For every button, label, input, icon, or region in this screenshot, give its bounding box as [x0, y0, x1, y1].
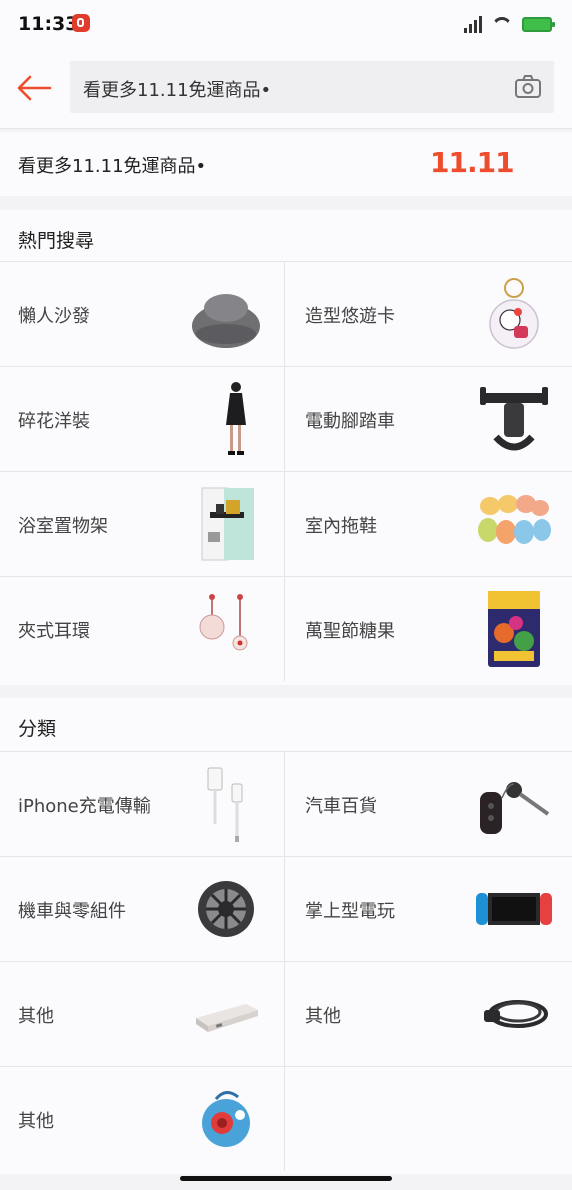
- battery-icon: [522, 16, 555, 32]
- section-title: 分類: [18, 718, 57, 740]
- item-label: 室內拖鞋: [305, 516, 377, 537]
- item-label: 其他: [18, 1006, 54, 1027]
- hot-search-item[interactable]: 懶人沙發: [0, 261, 284, 366]
- item-label: 掌上型電玩: [305, 901, 395, 922]
- slippers-icon: [478, 495, 551, 544]
- character-card-keychain-icon: [489, 278, 539, 349]
- hot-search-item[interactable]: 萬聖節糖果: [285, 576, 572, 681]
- search-input[interactable]: 看更多11.11免運商品•: [70, 61, 554, 113]
- status-bar: 11:33: [0, 0, 572, 50]
- section-title: 熱門搜尋: [18, 230, 95, 252]
- item-label: 機車與零組件: [18, 901, 126, 922]
- item-label: 其他: [18, 1111, 54, 1132]
- signal-icon: [464, 15, 482, 33]
- hot-search-item[interactable]: 浴室置物架: [0, 471, 284, 576]
- hot-search-item[interactable]: 室內拖鞋: [285, 471, 572, 576]
- candy-pack-icon: [488, 591, 540, 667]
- search-query: 看更多11.11免運商品•: [83, 80, 272, 101]
- category-item[interactable]: iPhone充電傳輸: [0, 751, 284, 856]
- bike-phone-holder-icon: [480, 387, 548, 451]
- item-label: iPhone充電傳輸: [18, 796, 151, 817]
- back-arrow-icon[interactable]: [14, 68, 54, 108]
- category-section: 分類 iPhone充電傳輸 汽車百貨 機車與零組件 掌上型電玩 其他 其他 其他: [0, 698, 572, 1174]
- dress-icon: [226, 382, 246, 455]
- promo-banner[interactable]: 看更多11.11免運商品• 11.11: [0, 132, 572, 196]
- hot-search-grid: 懶人沙發 造型悠遊卡 碎花洋裝 電動腳踏車 浴室置物架 室內拖鞋 夾式耳環 萬聖…: [0, 261, 572, 681]
- toy-figure-icon: [202, 1091, 250, 1147]
- home-indicator[interactable]: [180, 1176, 392, 1181]
- car-key-icon: [480, 782, 550, 834]
- category-grid: iPhone充電傳輸 汽車百貨 機車與零組件 掌上型電玩 其他 其他 其他: [0, 751, 572, 1171]
- item-label: 其他: [305, 1006, 341, 1027]
- power-bank-icon: [196, 1004, 258, 1032]
- cable-lock-icon: [484, 1000, 548, 1028]
- status-icons: [464, 14, 555, 34]
- item-label: 汽車百貨: [305, 796, 377, 817]
- wifi-icon: [492, 17, 512, 31]
- hot-search-item[interactable]: 碎花洋裝: [0, 366, 284, 471]
- item-label: 造型悠遊卡: [305, 306, 395, 327]
- item-label: 懶人沙發: [18, 306, 90, 327]
- status-time: 11:33: [18, 13, 79, 35]
- item-label: 浴室置物架: [18, 516, 108, 537]
- clip-earrings-icon: [199, 594, 248, 651]
- item-label: 碎花洋裝: [18, 411, 90, 432]
- category-item[interactable]: 汽車百貨: [285, 751, 572, 856]
- hot-search-item[interactable]: 造型悠遊卡: [285, 261, 572, 366]
- bean-bag-sofa-icon: [192, 294, 260, 348]
- lightning-cable-icon: [207, 767, 243, 842]
- promo-text: 看更多11.11免運商品•: [18, 156, 207, 177]
- bathroom-shelf-icon: [201, 487, 254, 561]
- item-label: 夾式耳環: [18, 621, 90, 642]
- hot-search-item[interactable]: 電動腳踏車: [285, 366, 572, 471]
- category-item[interactable]: 掌上型電玩: [285, 856, 572, 961]
- category-empty-cell: [285, 1066, 572, 1171]
- item-label: 萬聖節糖果: [305, 621, 395, 642]
- category-item[interactable]: 其他: [0, 1066, 284, 1171]
- category-item[interactable]: 其他: [285, 961, 572, 1066]
- hot-search-section: 熱門搜尋 懶人沙發 造型悠遊卡 碎花洋裝 電動腳踏車 浴室置物架 室內拖鞋 夾式…: [0, 210, 572, 685]
- search-header: 看更多11.11免運商品•: [0, 50, 572, 129]
- hot-search-item[interactable]: 夾式耳環: [0, 576, 284, 681]
- app-notification-icon: [72, 14, 90, 32]
- item-label: 電動腳踏車: [305, 411, 395, 432]
- category-item[interactable]: 其他: [0, 961, 284, 1066]
- camera-icon[interactable]: [514, 74, 542, 100]
- motorcycle-wheel-icon: [198, 881, 254, 937]
- category-item[interactable]: 機車與零組件: [0, 856, 284, 961]
- promo-badge-logo: 11.11: [430, 146, 515, 179]
- handheld-console-icon: [476, 893, 552, 925]
